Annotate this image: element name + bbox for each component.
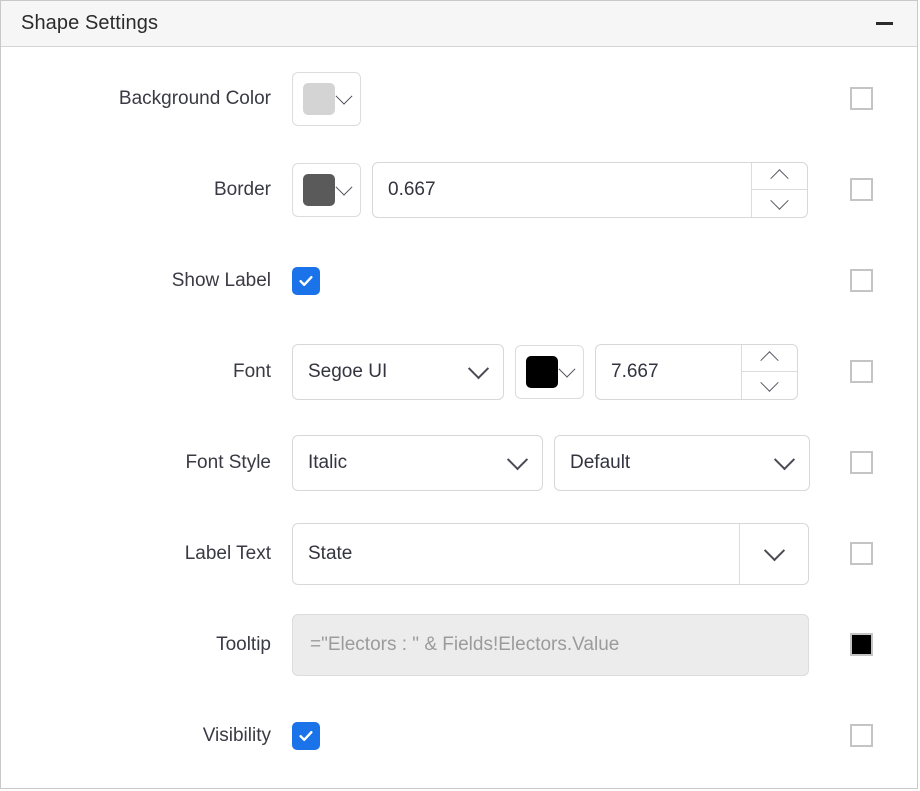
font-size-stepper[interactable]: 7.667: [595, 343, 798, 400]
expression-checkbox-border[interactable]: [850, 178, 873, 201]
chevron-down-icon: [763, 540, 785, 562]
controls-tooltip: ="Electors : " & Fields!Electors.Value: [292, 613, 833, 676]
expression-checkbox-background-color[interactable]: [850, 87, 873, 110]
chevron-up-icon: [770, 169, 789, 188]
label-visibility: Visibility: [202, 724, 271, 746]
minus-icon: [875, 22, 893, 25]
chevron-down-icon: [773, 449, 796, 471]
expression-toggle-background-color-cell: [833, 87, 917, 110]
font-style-select[interactable]: Italic: [292, 434, 543, 491]
expression-checkbox-font[interactable]: [850, 360, 873, 383]
chevron-down-icon: [770, 191, 789, 210]
border-color-swatch: [303, 173, 335, 206]
expression-toggle-font-style-cell: [833, 451, 917, 474]
border-width-value[interactable]: 0.667: [373, 163, 751, 217]
font-family-value: Segoe UI: [308, 360, 388, 382]
label-text-dropdown-button[interactable]: [739, 523, 808, 584]
font-color-picker[interactable]: [515, 344, 584, 399]
label-tooltip: Tooltip: [216, 633, 271, 655]
row-font-style: Font Style Italic Default: [1, 417, 917, 508]
label-background-color: Background Color: [118, 87, 271, 109]
chevron-down-icon: [506, 449, 529, 471]
shape-settings-panel: Shape Settings Background Color Border 0…: [0, 0, 918, 789]
expression-checkbox-visibility[interactable]: [850, 724, 873, 747]
label-label-text: Label Text: [184, 542, 271, 564]
controls-background-color: [292, 71, 833, 126]
font-weight-value: Default: [570, 451, 631, 473]
label-text-value[interactable]: State: [293, 524, 739, 584]
font-size-increment-button[interactable]: [742, 345, 797, 372]
border-width-arrows: [751, 162, 807, 217]
chevron-down-icon: [335, 178, 353, 196]
label-text-combobox[interactable]: State: [292, 522, 809, 585]
row-visibility: Visibility: [1, 690, 917, 781]
expression-toggle-tooltip-cell: [833, 633, 917, 656]
row-tooltip: Tooltip ="Electors : " & Fields!Electors…: [1, 599, 917, 690]
expression-checkbox-font-style[interactable]: [850, 451, 873, 474]
controls-show-label: [292, 266, 833, 295]
row-border: Border 0.667: [1, 144, 917, 235]
chevron-up-icon: [760, 351, 779, 370]
visibility-checkbox[interactable]: [292, 721, 320, 750]
font-size-value[interactable]: 7.667: [596, 345, 741, 399]
font-family-select[interactable]: Segoe UI: [292, 343, 504, 400]
row-font: Font Segoe UI 7.667: [1, 326, 917, 417]
tooltip-expression-input[interactable]: ="Electors : " & Fields!Electors.Value: [292, 613, 809, 676]
expression-toggle-font-cell: [833, 360, 917, 383]
chevron-down-icon: [467, 358, 490, 380]
expression-toggle-label-text-cell: [833, 542, 917, 565]
controls-visibility: [292, 721, 833, 750]
font-style-value: Italic: [308, 451, 348, 473]
border-color-picker[interactable]: [292, 162, 361, 217]
controls-label-text: State: [292, 522, 833, 585]
chevron-down-icon: [760, 373, 779, 392]
collapse-panel-button[interactable]: [869, 9, 899, 39]
row-show-label: Show Label: [1, 235, 917, 326]
font-size-arrows: [741, 344, 797, 399]
expression-toggle-border-cell: [833, 178, 917, 201]
controls-border: 0.667: [292, 161, 833, 218]
font-color-swatch: [526, 355, 558, 388]
expression-checkbox-show-label[interactable]: [850, 269, 873, 292]
border-width-decrement-button[interactable]: [752, 189, 807, 217]
chevron-down-icon: [558, 360, 576, 378]
label-show-label: Show Label: [171, 269, 271, 291]
panel-header: Shape Settings: [1, 1, 917, 47]
expression-checkbox-label-text[interactable]: [850, 542, 873, 565]
background-color-swatch: [303, 82, 335, 115]
panel-body: Background Color Border 0.667 Show Label…: [1, 47, 917, 788]
show-label-checkbox[interactable]: [292, 266, 320, 295]
row-label-text: Label Text State: [1, 508, 917, 599]
expression-checkbox-tooltip[interactable]: [850, 633, 873, 656]
label-font-style: Font Style: [185, 451, 271, 473]
border-width-stepper[interactable]: 0.667: [372, 161, 808, 218]
label-font: Font: [232, 360, 271, 382]
border-width-increment-button[interactable]: [752, 163, 807, 190]
font-size-decrement-button[interactable]: [742, 371, 797, 399]
panel-title: Shape Settings: [21, 12, 159, 34]
label-border: Border: [213, 178, 271, 200]
expression-toggle-show-label-cell: [833, 269, 917, 292]
chevron-down-icon: [335, 87, 353, 105]
background-color-picker[interactable]: [292, 71, 361, 126]
expression-toggle-visibility-cell: [833, 724, 917, 747]
controls-font: Segoe UI 7.667: [292, 343, 833, 400]
controls-font-style: Italic Default: [292, 434, 833, 491]
row-background-color: Background Color: [1, 53, 917, 144]
font-weight-select[interactable]: Default: [554, 434, 810, 491]
